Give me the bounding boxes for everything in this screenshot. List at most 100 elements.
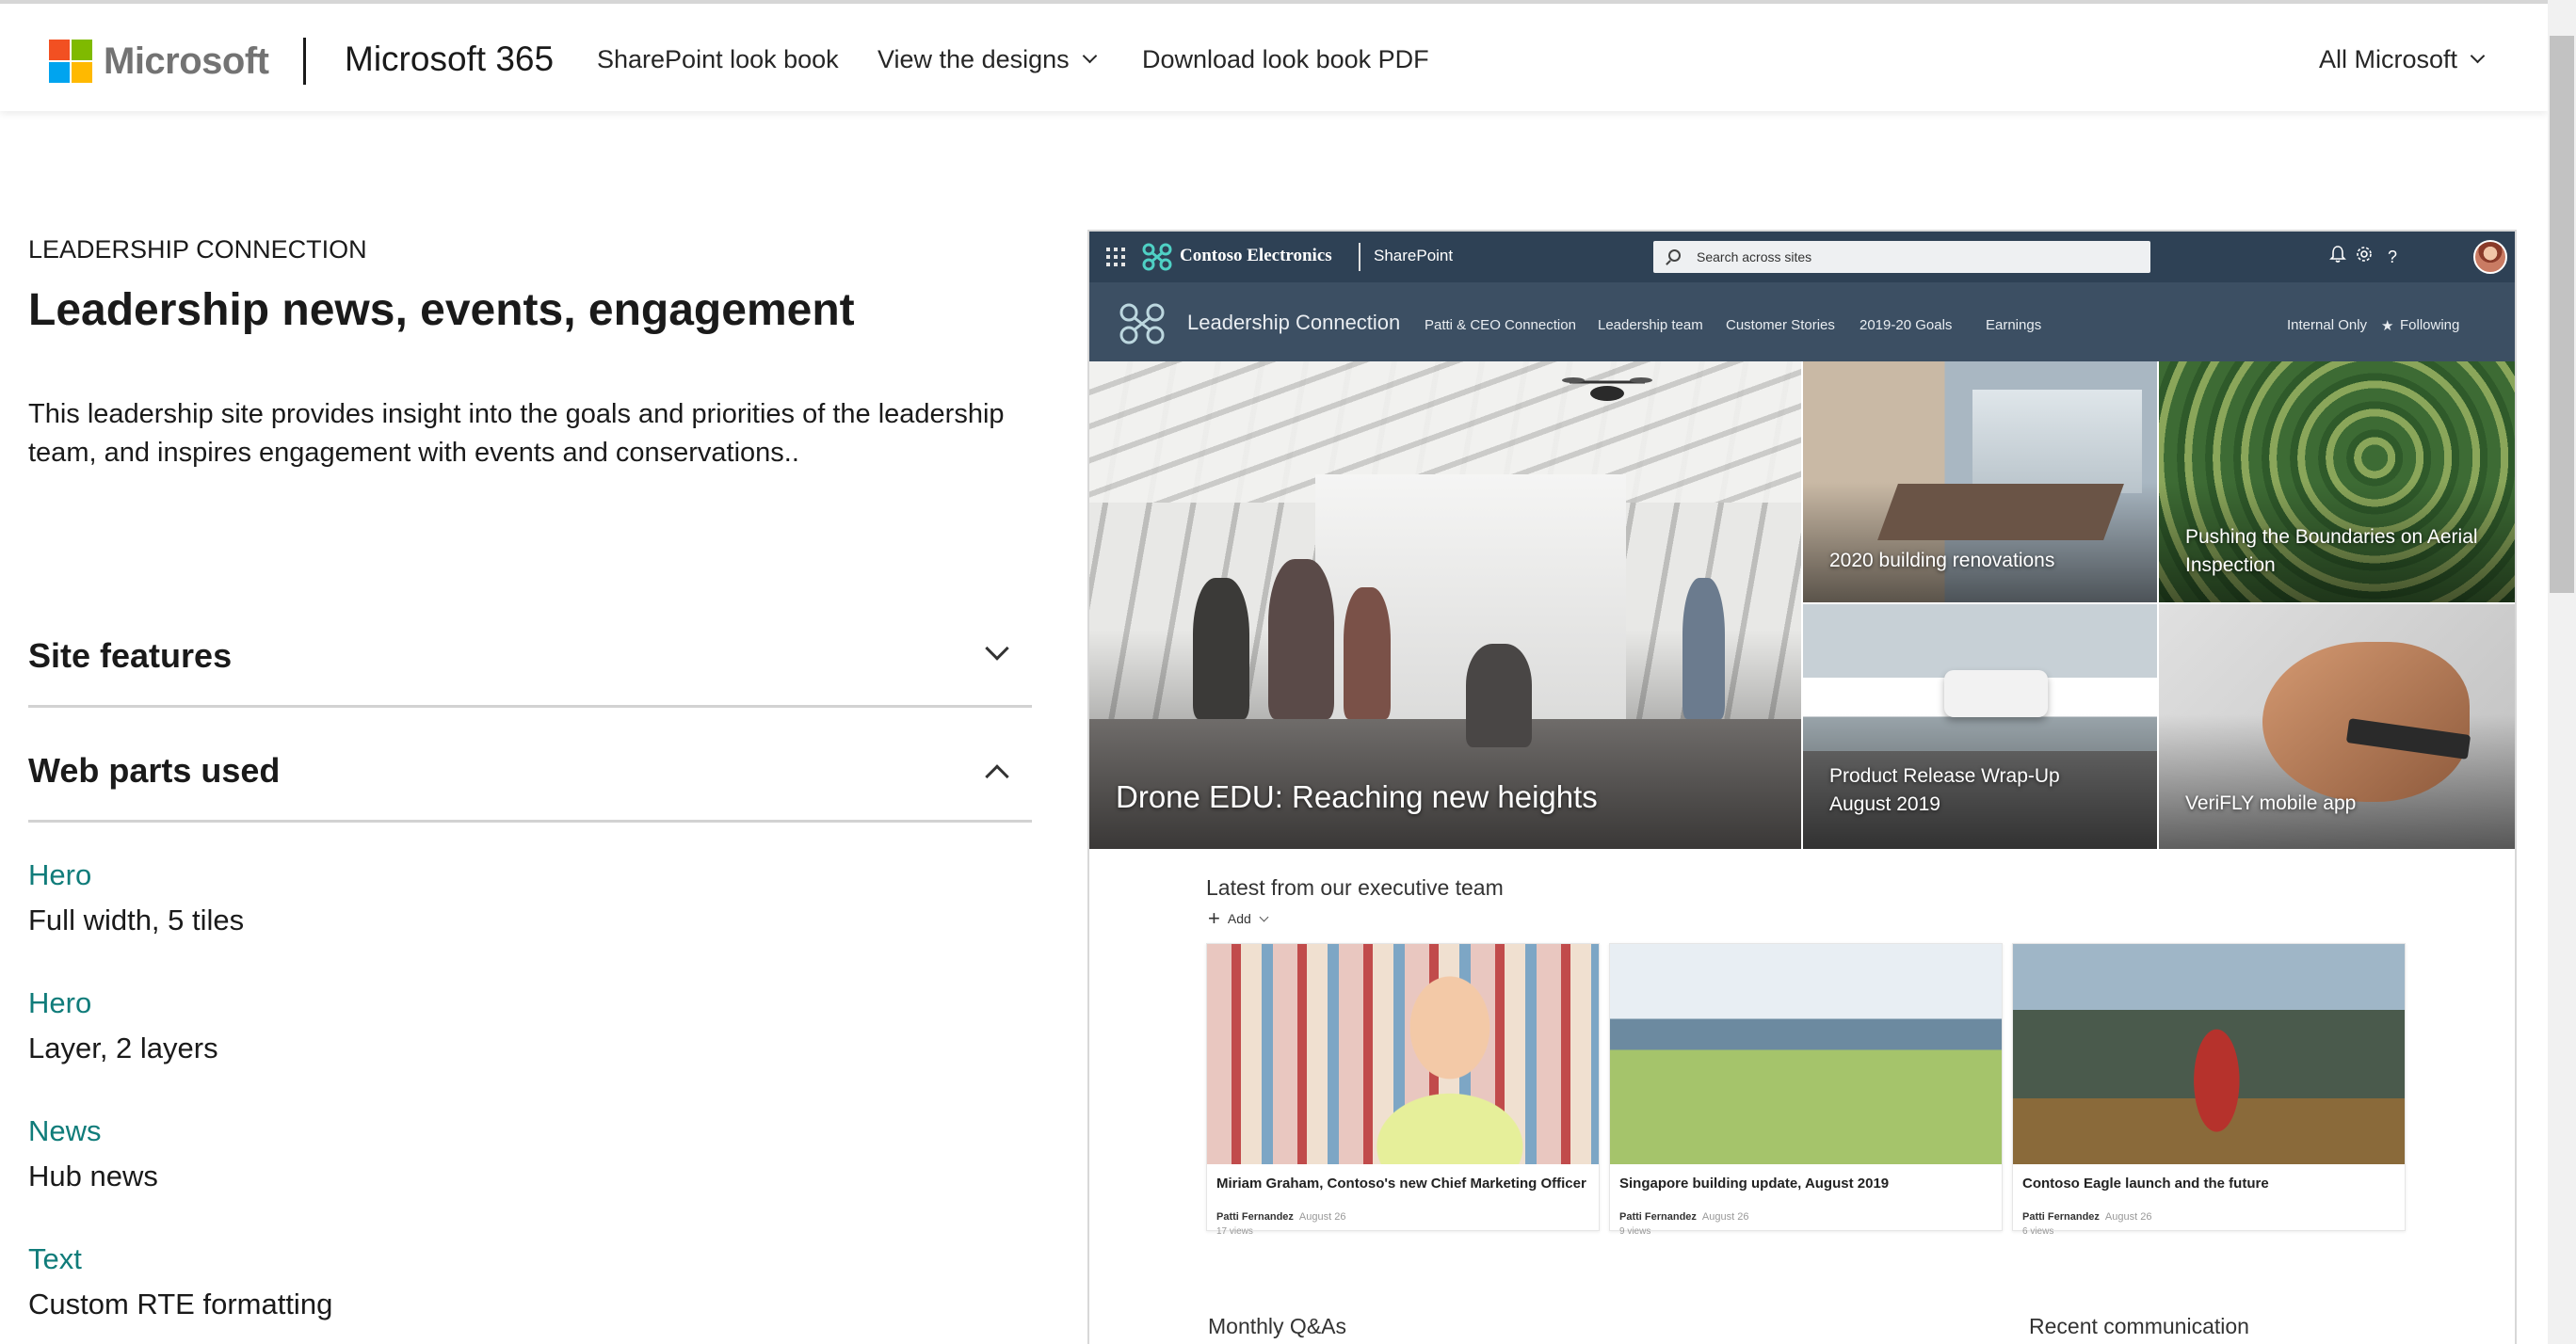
company-name[interactable]: Contoso Electronics	[1180, 246, 1332, 266]
web-part-description: Hub news	[28, 1160, 158, 1192]
site-nav-item[interactable]: 2019-20 Goals	[1860, 317, 1952, 333]
monthly-qa-heading: Monthly Q&As	[1208, 1314, 1346, 1338]
star-icon[interactable]: ★	[2381, 317, 2393, 334]
scrollbar-thumb[interactable]	[2550, 36, 2574, 593]
news-image	[1610, 944, 2002, 1164]
news-author: Patti Fernandez	[1216, 1211, 1294, 1223]
tile-image-drone	[1944, 670, 2048, 717]
accordion-web-parts-used[interactable]: Web parts used	[28, 706, 1032, 823]
app-name[interactable]: SharePoint	[1374, 247, 1453, 265]
accordion-title: Web parts used	[28, 751, 281, 790]
news-views: 6 views	[2022, 1226, 2054, 1237]
chevron-down-icon	[1259, 912, 1269, 921]
nav-divider	[303, 38, 306, 85]
web-part-name: Hero	[28, 986, 92, 1019]
news-title[interactable]: Miriam Graham, Contoso's new Chief Marke…	[1216, 1176, 1586, 1192]
contoso-logo-icon	[1142, 243, 1172, 271]
news-card[interactable]: Miriam Graham, Contoso's new Chief Marke…	[1206, 943, 1600, 1237]
web-part-name: Text	[28, 1242, 82, 1275]
recent-communication-heading: Recent communication	[2029, 1314, 2249, 1338]
news-card[interactable]: Contoso Eagle launch and the future Patt…	[2012, 943, 2406, 1237]
site-header: Leadership Connection Patti & CEO Connec…	[1089, 282, 2515, 361]
tile-image-table	[1877, 484, 2124, 540]
following-button[interactable]: Following	[2400, 317, 2459, 333]
hero-tile-caption: VeriFLY mobile app	[2185, 792, 2357, 814]
news-add-button[interactable]: + Add	[1208, 906, 1269, 930]
chevron-up-icon	[985, 764, 1009, 789]
web-part-description: Custom RTE formatting	[28, 1288, 333, 1320]
hero-tile-caption: Pushing the Boundaries on Aerial Inspect…	[2185, 526, 2478, 576]
web-part-name: Hero	[28, 858, 92, 891]
news-title[interactable]: Singapore building update, August 2019	[1619, 1176, 1889, 1192]
chevron-down-icon	[2470, 48, 2486, 64]
app-launcher-icon[interactable]	[1106, 248, 1125, 266]
user-avatar[interactable]	[2473, 240, 2507, 274]
hero-image-person	[1268, 559, 1334, 719]
drone-icon	[1562, 377, 1652, 401]
hero-image-person	[1344, 587, 1391, 719]
hero-image-person	[1466, 644, 1532, 747]
bell-icon[interactable]	[2326, 245, 2349, 269]
tile-image-window	[1972, 390, 2142, 493]
page-description: This leadership site provides insight in…	[28, 399, 1005, 468]
search-placeholder: Search across sites	[1697, 249, 1812, 264]
nav-link-lookbook[interactable]: SharePoint look book	[597, 45, 839, 74]
search-icon	[1668, 249, 1681, 262]
hero-tile-main[interactable]: Drone EDU: Reaching new heights	[1089, 361, 1801, 849]
nav-link-download-pdf[interactable]: Download look book PDF	[1142, 45, 1429, 74]
hero-tile-product-release[interactable]: Product Release Wrap-Up August 2019	[1803, 604, 2157, 849]
suite-divider	[1359, 243, 1360, 271]
page-title: Leadership news, events, engagement	[28, 285, 855, 335]
web-part-description: Full width, 5 tiles	[28, 904, 245, 936]
site-nav-item[interactable]: Leadership team	[1598, 317, 1703, 333]
top-navigation: Microsoft Microsoft 365 SharePoint look …	[0, 0, 2548, 111]
internal-only-label: Internal Only	[2287, 317, 2368, 333]
news-meta: Patti Fernandez August 26	[1216, 1211, 1345, 1223]
site-nav-item[interactable]: Patti & CEO Connection	[1425, 317, 1576, 333]
news-views: 9 views	[1619, 1226, 1651, 1237]
news-title[interactable]: Contoso Eagle launch and the future	[2022, 1176, 2269, 1192]
product-name-link[interactable]: Microsoft 365	[345, 40, 554, 79]
hero-image-person	[1193, 578, 1249, 719]
suite-bar: Contoso Electronics SharePoint Search ac…	[1089, 232, 2515, 282]
search-box[interactable]: Search across sites	[1653, 241, 2150, 273]
web-part-description: Layer, 2 layers	[28, 1032, 218, 1064]
nav-view-designs-dropdown[interactable]: View the designs	[877, 45, 1097, 74]
sharepoint-site-preview: Contoso Electronics SharePoint Search ac…	[1087, 230, 2517, 1344]
section-eyebrow: LEADERSHIP CONNECTION	[28, 235, 367, 264]
hero-tile-caption: Product Release Wrap-Up August 2019	[1829, 765, 2060, 815]
all-microsoft-dropdown[interactable]: All Microsoft	[2319, 45, 2486, 74]
microsoft-logo[interactable]: Microsoft	[49, 40, 269, 83]
web-part-name: News	[28, 1114, 102, 1147]
news-image	[2013, 944, 2405, 1164]
news-author: Patti Fernandez	[2022, 1211, 2100, 1223]
help-icon[interactable]: ?	[2381, 245, 2404, 269]
gear-icon[interactable]	[2353, 245, 2375, 269]
hero-tile-verifly[interactable]: VeriFLY mobile app	[2159, 604, 2515, 849]
site-logo-icon[interactable]	[1118, 301, 1167, 346]
hero-tile-caption: 2020 building renovations	[1829, 550, 2055, 571]
site-nav-item[interactable]: Earnings	[1986, 317, 2041, 333]
microsoft-logo-icon	[49, 40, 92, 83]
hero-tile-aerial-inspection[interactable]: Pushing the Boundaries on Aerial Inspect…	[2159, 361, 2515, 602]
microsoft-logo-text: Microsoft	[104, 40, 269, 82]
hero-image-person	[1682, 578, 1725, 719]
news-views: 17 views	[1216, 1226, 1253, 1237]
site-title[interactable]: Leadership Connection	[1187, 311, 1400, 335]
news-card[interactable]: Singapore building update, August 2019 P…	[1609, 943, 2003, 1237]
add-label: Add	[1227, 911, 1251, 926]
chevron-down-icon	[985, 636, 1009, 661]
site-nav-item[interactable]: Customer Stories	[1726, 317, 1835, 333]
chevron-down-icon	[1082, 48, 1097, 64]
accordion-site-features[interactable]: Site features	[28, 591, 1032, 708]
plus-icon: +	[1208, 906, 1220, 930]
news-date: August 26	[2104, 1211, 2152, 1223]
accordion-title: Site features	[28, 636, 233, 675]
news-author: Patti Fernandez	[1619, 1211, 1697, 1223]
news-meta: Patti Fernandez August 26	[2022, 1211, 2151, 1223]
news-date: August 26	[1701, 1211, 1749, 1223]
news-meta: Patti Fernandez August 26	[1619, 1211, 1748, 1223]
hero-tile-renovations[interactable]: 2020 building renovations	[1803, 361, 2157, 602]
news-image	[1207, 944, 1599, 1164]
hero-main-caption: Drone EDU: Reaching new heights	[1116, 779, 1598, 814]
